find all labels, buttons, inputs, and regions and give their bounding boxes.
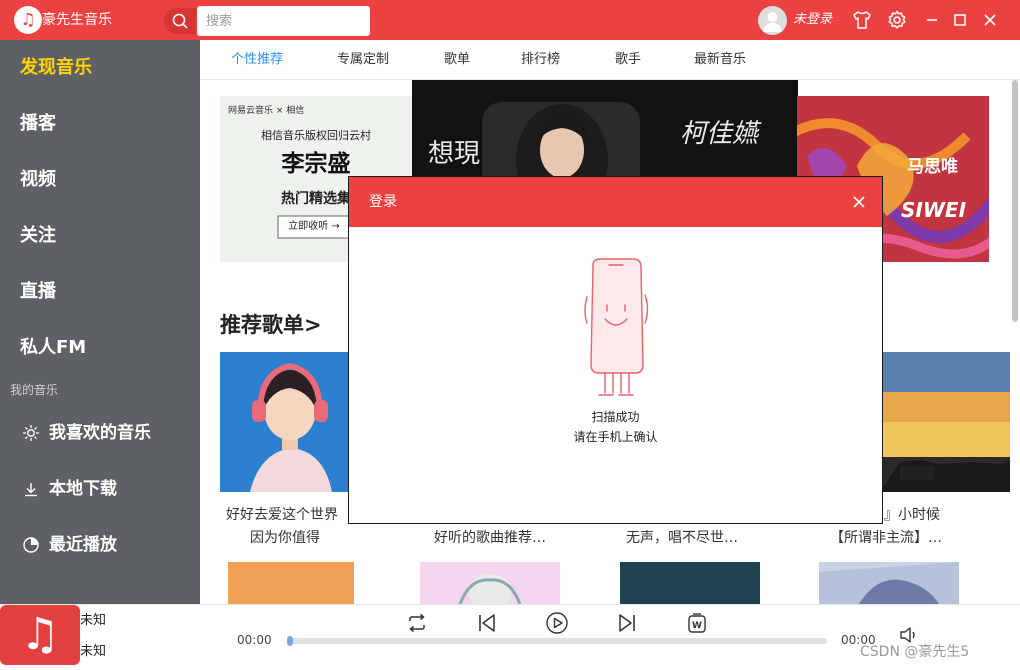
track-artist[interactable]: 未知: [80, 644, 106, 660]
avatar[interactable]: [758, 6, 787, 35]
banner-listen-button[interactable]: 立即收听 →: [278, 220, 350, 234]
content-scrollbar[interactable]: [1012, 80, 1018, 322]
scan-instruction: 请在手机上确认: [573, 430, 658, 444]
playlist-cover[interactable]: [880, 352, 1010, 492]
recommend-playlists-title[interactable]: 推荐歌单>: [220, 312, 322, 338]
playlist-title[interactable]: 因为你值得: [250, 529, 320, 547]
play-icon[interactable]: [545, 611, 569, 635]
scan-status: 扫描成功: [591, 410, 640, 424]
playlist-cover[interactable]: [420, 562, 560, 604]
sidebar-item-label: 最近播放: [49, 535, 117, 555]
svg-text:W: W: [692, 621, 702, 631]
clock-icon: [22, 536, 40, 554]
tab-charts[interactable]: 排行榜: [521, 52, 560, 68]
watermark: CSDN @豪先生5: [860, 644, 970, 660]
sidebar-item-label: 本地下载: [49, 479, 117, 499]
app-window: ♫ 豪先生音乐 未登录: [0, 0, 1020, 670]
playlist-cover-art: [220, 352, 350, 492]
sidebar: 发现音乐 播客 视频 关注 直播 私人FM 我的音乐 我喜欢的音乐 本地下载 最…: [0, 40, 200, 604]
sidebar-item-video[interactable]: 视频: [20, 168, 56, 192]
dialog-header: 登录: [349, 177, 882, 227]
banner-line1: 相信音乐版权回归云村: [261, 129, 371, 142]
tab-bar: 个性推荐 专属定制 歌单 排行榜 歌手 最新音乐: [200, 40, 1020, 80]
search-input[interactable]: [197, 6, 370, 36]
title-bar: ♫ 豪先生音乐 未登录: [0, 0, 1020, 40]
next-icon[interactable]: [615, 611, 639, 635]
progress-bar[interactable]: [290, 638, 827, 644]
playlist-title[interactable]: 无声，唱不尽世…: [626, 529, 738, 547]
sidebar-item-label: 我喜欢的音乐: [49, 423, 151, 443]
user-icon: [763, 12, 782, 32]
playlist-title[interactable]: 好好去爱这个世界: [226, 506, 338, 524]
close-icon[interactable]: [979, 9, 1001, 31]
tab-playlists[interactable]: 歌单: [444, 52, 470, 68]
minimize-icon[interactable]: [921, 9, 943, 31]
login-dialog: 登录 扫描成功 请在手机上确认: [348, 176, 883, 524]
maximize-icon[interactable]: [949, 9, 971, 31]
sidebar-item-discover[interactable]: 发现音乐: [20, 56, 92, 80]
phone-smile-icon: [583, 257, 651, 403]
sidebar-item-live[interactable]: 直播: [20, 280, 56, 304]
banner-artist: 李宗盛: [281, 151, 351, 177]
playlist-cover-art: [880, 352, 1010, 492]
my-music-section-label: 我的音乐: [10, 383, 59, 397]
playlist-title[interactable]: 好听的歌曲推荐…: [434, 529, 546, 547]
playlist-title[interactable]: 』小时候: [884, 506, 940, 524]
tab-new-music[interactable]: 最新音乐: [694, 52, 746, 68]
repeat-icon[interactable]: [405, 611, 429, 635]
search-bar: [164, 6, 370, 36]
app-logo-icon: ♫: [14, 6, 42, 34]
tab-custom[interactable]: 专属定制: [337, 52, 389, 68]
previous-icon[interactable]: [475, 611, 499, 635]
tab-artists[interactable]: 歌手: [615, 52, 641, 68]
search-icon: [172, 13, 188, 29]
music-note-icon[interactable]: ♫: [0, 605, 80, 665]
playlist-cover[interactable]: [620, 562, 760, 604]
playlist-title[interactable]: 【所谓非主流】…: [830, 529, 942, 547]
sidebar-item-fm[interactable]: 私人FM: [20, 336, 86, 360]
skin-icon[interactable]: [851, 9, 873, 31]
playlist-cover-art: [819, 562, 959, 604]
login-status[interactable]: 未登录: [793, 12, 832, 28]
banner-title-right: 柯佳嬿: [680, 119, 759, 149]
sidebar-item-follow[interactable]: 关注: [20, 224, 56, 248]
close-icon[interactable]: [852, 195, 866, 209]
banner-title-left: 想現: [428, 139, 481, 169]
lyrics-icon[interactable]: W: [685, 611, 709, 635]
settings-icon[interactable]: [886, 9, 908, 31]
sidebar-item-podcast[interactable]: 播客: [20, 112, 56, 136]
banner-brand: 网易云音乐 × 相信: [228, 106, 305, 116]
player-bar: ♫ 未知 未知 W 00:00 00:00 CSDN @豪先生5: [0, 604, 1020, 670]
app-title: 豪先生音乐: [42, 12, 112, 28]
track-title[interactable]: 未知: [80, 613, 106, 629]
sun-icon: [22, 424, 40, 442]
tab-personal-recommend[interactable]: 个性推荐: [231, 52, 283, 68]
progress-knob[interactable]: [287, 636, 293, 646]
banner-artist-name: 马思唯: [907, 157, 958, 177]
current-time: 00:00: [237, 633, 272, 647]
playlist-cover[interactable]: [819, 562, 959, 604]
download-icon: [22, 480, 40, 498]
playlist-cover-art: [458, 574, 522, 604]
playlist-cover[interactable]: [220, 352, 350, 492]
banner-artist-name-en: SIWEI: [901, 198, 967, 222]
search-button[interactable]: [164, 8, 196, 34]
dialog-title: 登录: [369, 194, 397, 210]
playlist-cover[interactable]: [228, 562, 354, 604]
